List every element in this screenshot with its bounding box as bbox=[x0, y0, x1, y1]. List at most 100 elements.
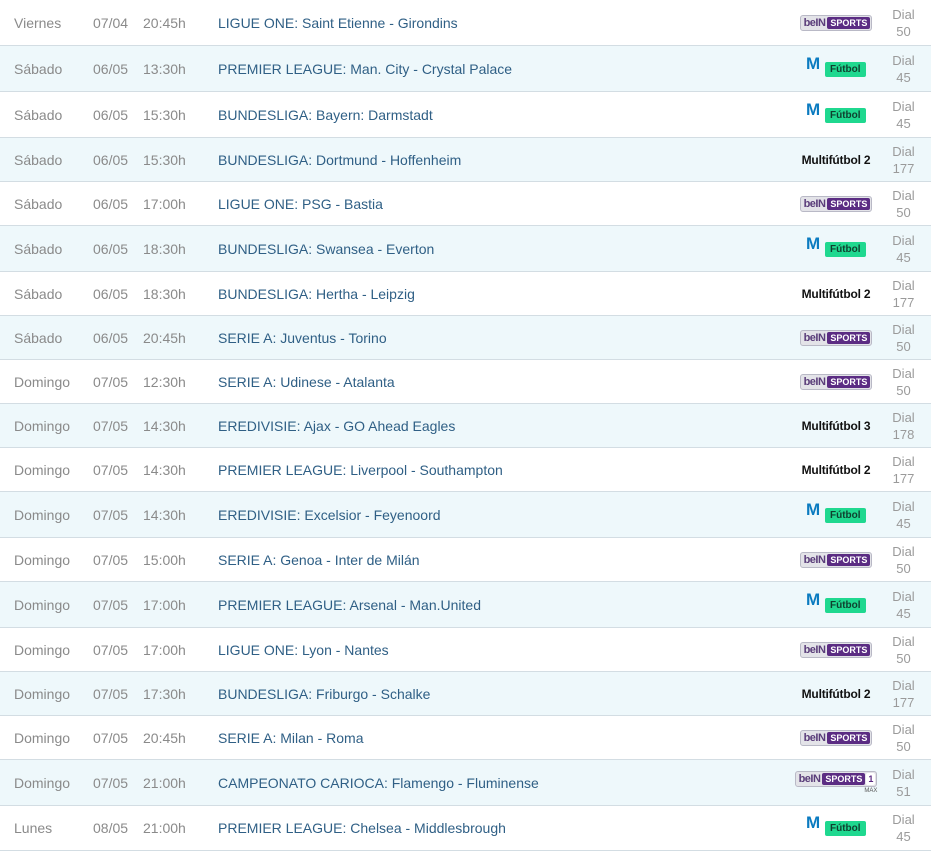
table-row: Viernes 07/04 20:45h LIGUE ONE: Saint Et… bbox=[0, 0, 931, 46]
dial-label: Dial bbox=[892, 6, 915, 22]
bein-sports-badge: SPORTS bbox=[827, 553, 871, 566]
movistar-futbol-logo: M Fútbol bbox=[805, 811, 867, 845]
match-date: 07/05 bbox=[93, 685, 129, 702]
table-row: Domingo 07/05 21:00h CAMPEONATO CARIOCA:… bbox=[0, 760, 931, 806]
match-time: 12:30h bbox=[143, 373, 186, 390]
match-time: 15:00h bbox=[143, 551, 186, 568]
match-day: Lunes bbox=[14, 820, 53, 836]
match-date: 07/04 bbox=[93, 14, 129, 31]
match-time: 21:00h bbox=[143, 820, 186, 836]
dial-number: 51 bbox=[896, 783, 911, 799]
match-date: 07/05 bbox=[93, 551, 129, 568]
match-title-link[interactable]: BUNDESLIGA: Friburgo - Schalke bbox=[218, 686, 786, 702]
dial-label: Dial bbox=[892, 143, 915, 159]
dial-cell: Dial 45 bbox=[886, 98, 931, 132]
match-day: Domingo bbox=[14, 417, 71, 434]
channel-cell: Multifútbol 3 bbox=[786, 419, 886, 433]
match-time: 17:00h bbox=[143, 195, 186, 212]
futbol-badge: Fútbol bbox=[825, 107, 866, 123]
match-title-link[interactable]: SERIE A: Juventus - Torino bbox=[218, 330, 786, 346]
channel-cell: M Fútbol bbox=[786, 52, 886, 86]
match-title-link[interactable]: PREMIER LEAGUE: Chelsea - Middlesbrough bbox=[218, 820, 786, 836]
channel-cell: Multifútbol 2 bbox=[786, 287, 886, 301]
bein-wordmark: beIN bbox=[803, 197, 826, 210]
table-row: Domingo 07/05 12:30h SERIE A: Udinese - … bbox=[0, 360, 931, 404]
match-title-link[interactable]: PREMIER LEAGUE: Arsenal - Man.United bbox=[218, 597, 786, 613]
channel-cell: beIN SPORTS bbox=[786, 729, 886, 746]
match-title-link[interactable]: SERIE A: Milan - Roma bbox=[218, 730, 786, 746]
match-date: 08/05 bbox=[93, 820, 129, 836]
match-day: Domingo bbox=[14, 641, 71, 658]
dial-label: Dial bbox=[892, 365, 915, 381]
match-day: Domingo bbox=[14, 461, 71, 478]
movistar-m-icon: M bbox=[806, 99, 821, 119]
dial-label: Dial bbox=[892, 409, 915, 425]
dial-cell: Dial 50 bbox=[886, 721, 931, 755]
match-day: Sábado bbox=[14, 60, 63, 77]
bein-sports-badge: SPORTS bbox=[827, 197, 871, 210]
match-title-link[interactable]: CAMPEONATO CARIOCA: Flamengo - Fluminens… bbox=[218, 775, 786, 791]
channel-cell: beIN SPORTS bbox=[786, 551, 886, 568]
match-date: 06/05 bbox=[93, 240, 129, 257]
dial-label: Dial bbox=[892, 812, 915, 827]
dial-number: 50 bbox=[896, 650, 911, 666]
match-time: 17:00h bbox=[143, 596, 186, 613]
match-title-link[interactable]: LIGUE ONE: Lyon - Nantes bbox=[218, 642, 786, 658]
match-date: 07/05 bbox=[93, 373, 129, 390]
match-date: 07/05 bbox=[93, 641, 129, 658]
movistar-futbol-logo: M Fútbol bbox=[805, 588, 867, 622]
dial-cell: Dial 177 bbox=[886, 143, 931, 177]
channel-cell: beIN SPORTS bbox=[786, 329, 886, 346]
dial-number: 177 bbox=[892, 694, 915, 710]
match-title-link[interactable]: PREMIER LEAGUE: Man. City - Crystal Pala… bbox=[218, 61, 786, 77]
futbol-badge: Fútbol bbox=[825, 821, 866, 836]
table-row: Sábado 06/05 20:45h SERIE A: Juventus - … bbox=[0, 316, 931, 360]
match-date: 06/05 bbox=[93, 151, 129, 168]
dial-cell: Dial 50 bbox=[886, 187, 931, 221]
match-time: 14:30h bbox=[143, 506, 186, 523]
table-row: Sábado 06/05 15:30h BUNDESLIGA: Dortmund… bbox=[0, 138, 931, 182]
dial-cell: Dial 177 bbox=[886, 277, 931, 311]
match-title-link[interactable]: LIGUE ONE: Saint Etienne - Girondins bbox=[218, 15, 786, 31]
channel-number: 1 bbox=[866, 773, 876, 785]
dial-label: Dial bbox=[892, 98, 915, 114]
table-row: Domingo 07/05 15:00h SERIE A: Genoa - In… bbox=[0, 538, 931, 582]
match-title-link[interactable]: BUNDESLIGA: Swansea - Everton bbox=[218, 241, 786, 257]
match-day: Domingo bbox=[14, 774, 71, 791]
match-title-link[interactable]: BUNDESLIGA: Hertha - Leipzig bbox=[218, 286, 786, 302]
match-title-link[interactable]: BUNDESLIGA: Bayern: Darmstadt bbox=[218, 107, 786, 123]
futbol-badge: Fútbol bbox=[825, 507, 866, 523]
match-time: 14:30h bbox=[143, 417, 186, 434]
match-time: 17:30h bbox=[143, 685, 186, 702]
match-title-link[interactable]: BUNDESLIGA: Dortmund - Hoffenheim bbox=[218, 152, 786, 168]
match-day: Sábado bbox=[14, 151, 63, 168]
match-title-link[interactable]: LIGUE ONE: PSG - Bastia bbox=[218, 196, 786, 212]
dial-cell: Dial 45 bbox=[886, 588, 931, 622]
match-time: 21:00h bbox=[143, 774, 186, 791]
match-title-link[interactable]: PREMIER LEAGUE: Liverpool - Southampton bbox=[218, 462, 786, 478]
bein-sports-logo: beIN SPORTS bbox=[799, 14, 873, 31]
dial-label: Dial bbox=[892, 766, 915, 782]
match-date: 07/05 bbox=[93, 506, 129, 523]
table-row: Domingo 07/05 17:30h BUNDESLIGA: Friburg… bbox=[0, 672, 931, 716]
dial-number: 50 bbox=[896, 23, 911, 39]
table-row: Sábado 06/05 13:30h PREMIER LEAGUE: Man.… bbox=[0, 46, 931, 92]
channel-cell: Multifútbol 2 bbox=[786, 153, 886, 167]
bein-wordmark: beIN bbox=[798, 773, 821, 785]
match-title-link[interactable]: EREDIVISIE: Ajax - GO Ahead Eagles bbox=[218, 418, 786, 434]
table-row: Domingo 07/05 14:30h PREMIER LEAGUE: Liv… bbox=[0, 448, 931, 492]
table-row: Sábado 06/05 17:00h LIGUE ONE: PSG - Bas… bbox=[0, 182, 931, 226]
dial-label: Dial bbox=[892, 232, 915, 248]
dial-number: 50 bbox=[896, 738, 911, 754]
futbol-badge: Fútbol bbox=[825, 241, 866, 257]
bein-sports-logo: beIN SPORTS bbox=[799, 373, 873, 390]
bein-sports-logo: beIN SPORTS bbox=[799, 729, 873, 746]
match-title-link[interactable]: EREDIVISIE: Excelsior - Feyenoord bbox=[218, 507, 786, 523]
match-title-link[interactable]: SERIE A: Genoa - Inter de Milán bbox=[218, 552, 786, 568]
matches-table: Viernes 07/04 20:45h LIGUE ONE: Saint Et… bbox=[0, 0, 931, 851]
channel-cell: M Fútbol bbox=[786, 498, 886, 532]
match-date: 06/05 bbox=[93, 195, 129, 212]
bein-sports-badge: SPORTS bbox=[827, 731, 871, 744]
match-title-link[interactable]: SERIE A: Udinese - Atalanta bbox=[218, 374, 786, 390]
multifutbol-logo: Multifútbol 2 bbox=[801, 686, 871, 701]
